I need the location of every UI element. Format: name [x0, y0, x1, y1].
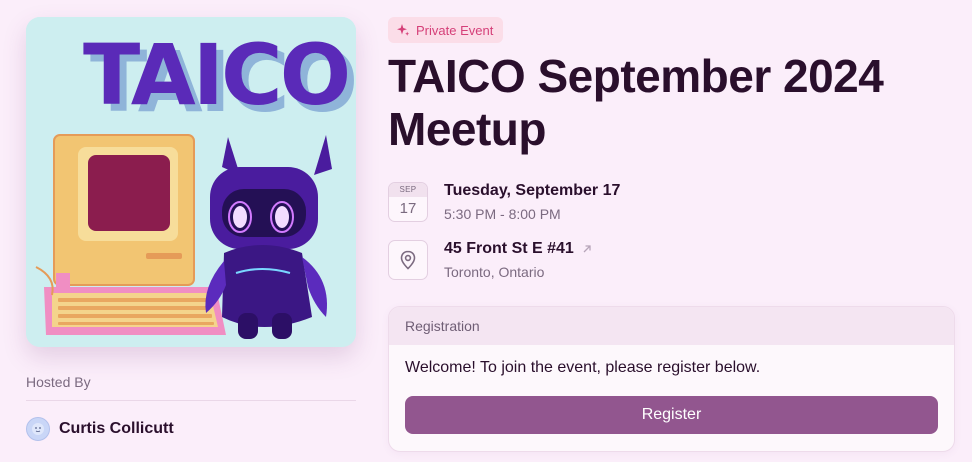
- divider: [26, 400, 356, 401]
- page-title: TAICO September 2024 Meetup: [388, 50, 884, 155]
- event-time: 5:30 PM - 8:00 PM: [444, 206, 561, 222]
- hosted-by-label: Hosted By: [26, 374, 91, 390]
- registration-header: Registration: [389, 307, 954, 345]
- location-city: Toronto, Ontario: [444, 264, 545, 280]
- register-button[interactable]: Register: [405, 396, 938, 434]
- cover-title: TAICO: [83, 26, 348, 124]
- event-date: Tuesday, September 17: [444, 182, 621, 199]
- date-month: SEP: [389, 183, 427, 197]
- badge-label: Private Event: [416, 22, 494, 38]
- calendar-date-icon: SEP 17: [388, 182, 428, 222]
- location-address-link[interactable]: 45 Front St E #41: [444, 240, 592, 258]
- registration-message: Welcome! To join the event, please regis…: [405, 359, 761, 376]
- face-icon: [32, 423, 44, 435]
- private-event-badge: Private Event: [388, 17, 504, 43]
- arrow-up-right-icon: [583, 245, 591, 253]
- location-address: 45 Front St E #41: [444, 240, 574, 257]
- sparkle-icon: [397, 24, 410, 36]
- host-name: Curtis Collicutt: [59, 420, 174, 437]
- registration-card: Registration Welcome! To join the event,…: [388, 306, 955, 452]
- date-day: 17: [399, 200, 417, 217]
- host-profile-link[interactable]: Curtis Collicutt: [26, 417, 174, 441]
- avatar: [26, 417, 50, 441]
- location-icon-box: [388, 240, 428, 280]
- event-cover-image: TAICO TAICO: [26, 17, 356, 347]
- map-pin-icon: [400, 250, 416, 270]
- event-page: TAICO TAICO Hosted By Curtis Collicutt P…: [0, 0, 972, 462]
